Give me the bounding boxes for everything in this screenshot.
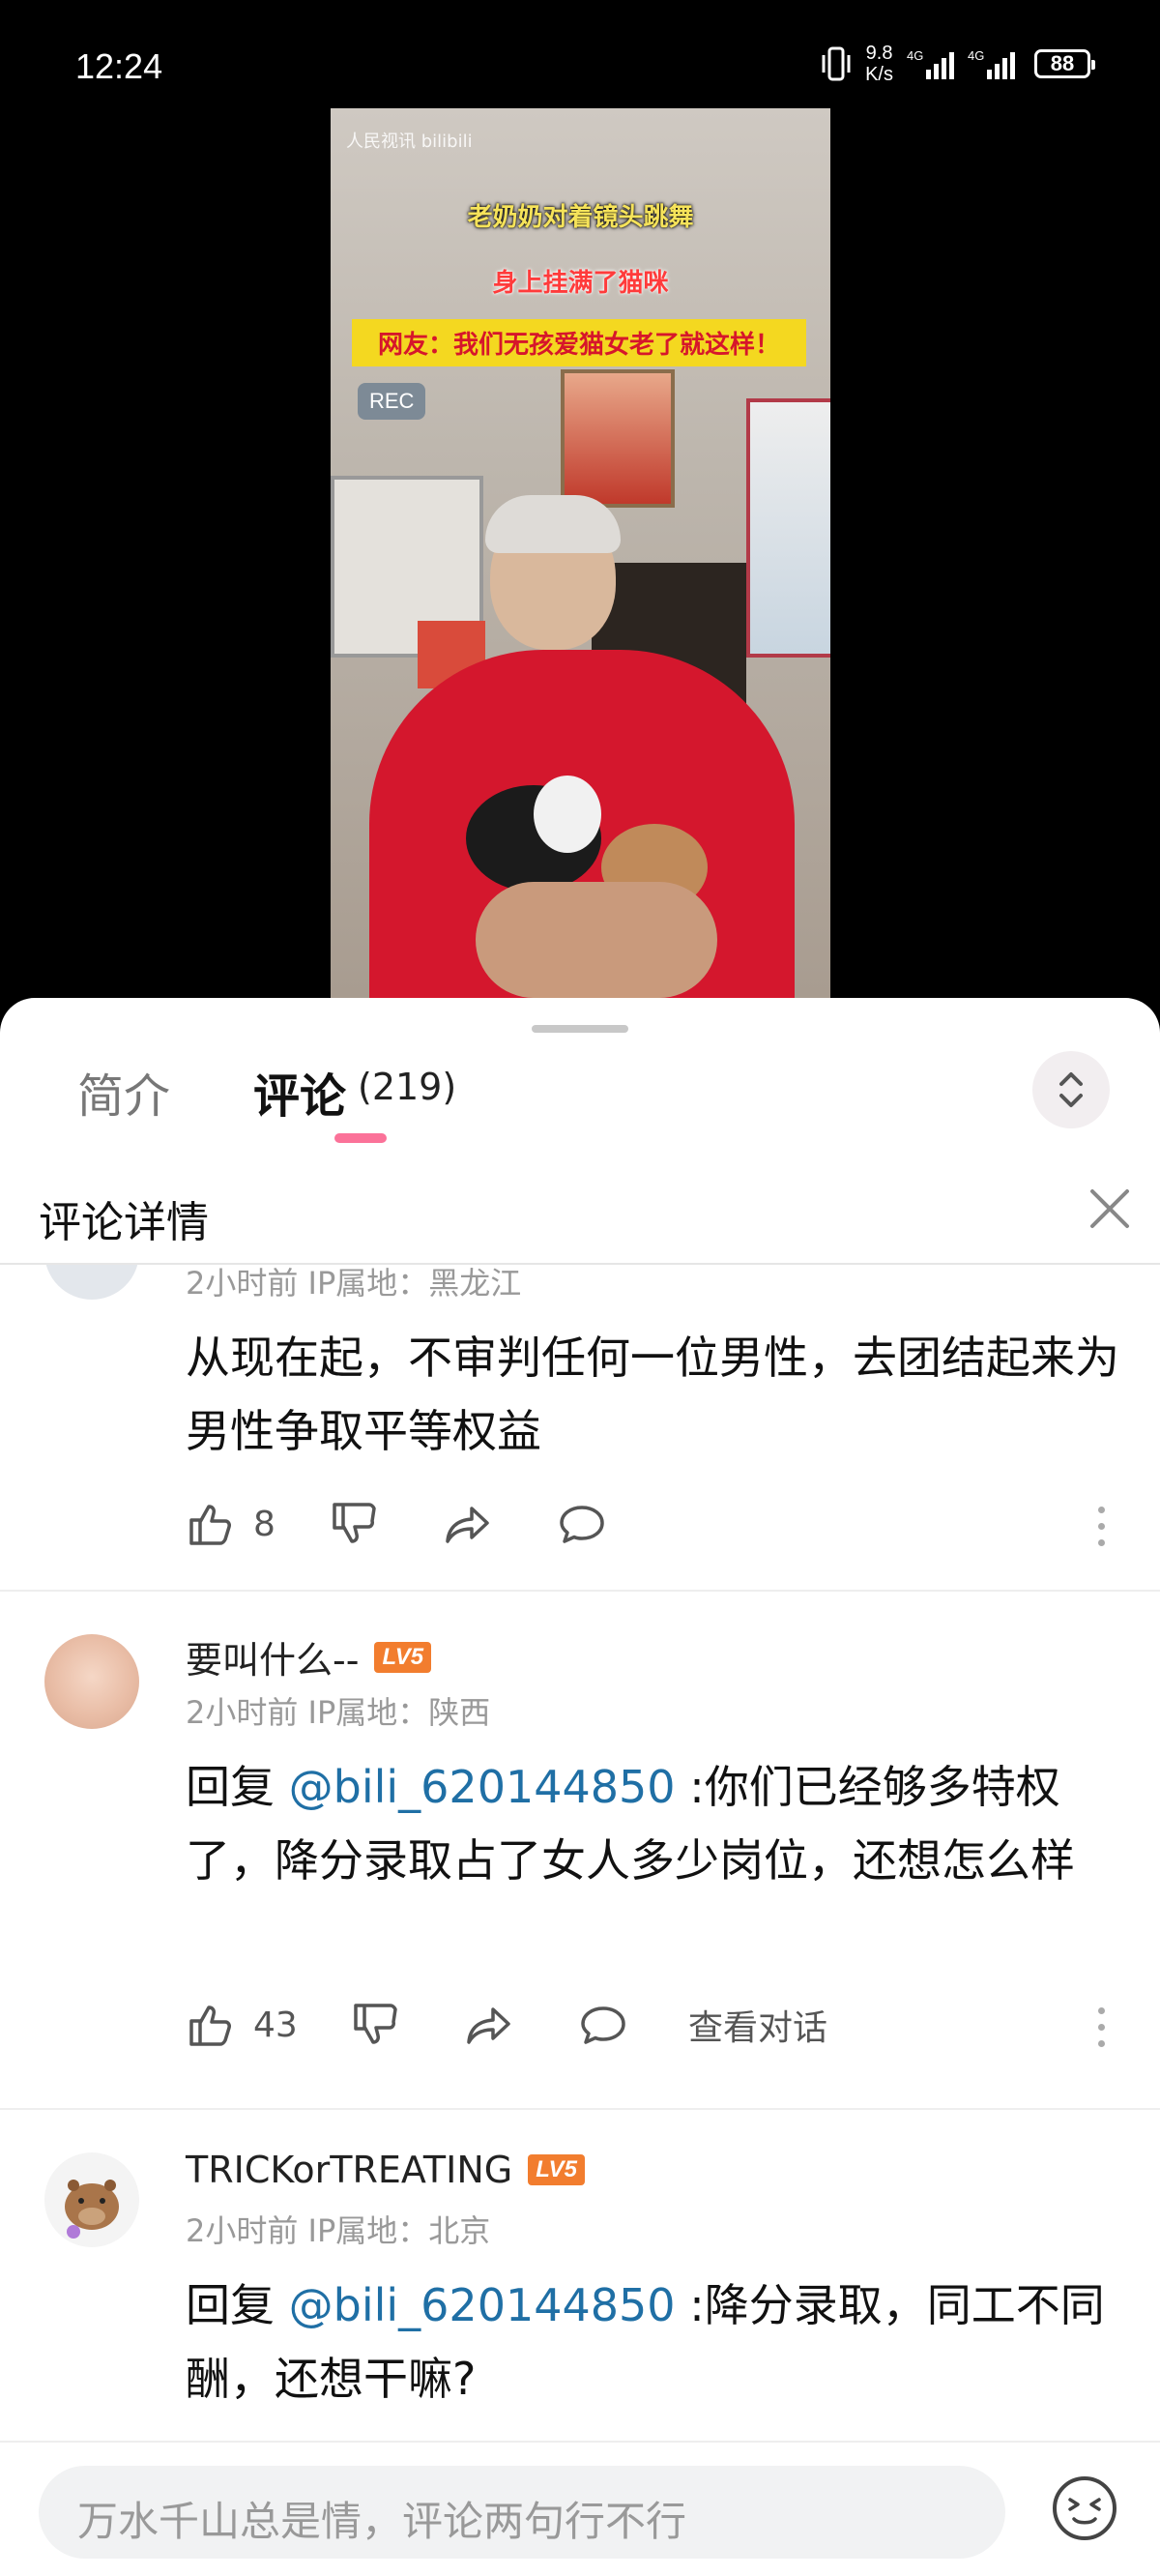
tab-comments[interactable]: 评论	[253, 1058, 346, 1126]
comment-input-bar: 万水千山总是情，评论两句行不行	[0, 2441, 1160, 2576]
comment-detail-title: 评论详情	[39, 1198, 209, 1247]
like-count: 8	[253, 1504, 276, 1544]
comment-item: TRICKorTREATING LV5 2小时前 IP属地：北京 回复 @bil…	[0, 2110, 1160, 2472]
comment-bubble-icon	[560, 1506, 604, 1543]
close-icon[interactable]	[1085, 1184, 1135, 1234]
comment-input-placeholder: 万水千山总是情，评论两句行不行	[77, 2498, 687, 2545]
level-badge: LV5	[528, 2154, 585, 2185]
network-speed: 9.8 K/s	[865, 43, 893, 85]
more-options-icon[interactable]	[1094, 1507, 1108, 1551]
comment-meta: 2小时前 IP属地：黑龙江	[186, 1265, 522, 1302]
share-button[interactable]	[443, 1499, 493, 1549]
comment-content: 从现在起，不审判任何一位男性，去团结起来为男性争取平等权益	[186, 1332, 1119, 1457]
avatar[interactable]	[44, 2152, 139, 2247]
avatar[interactable]	[44, 1634, 139, 1729]
thumb-down-icon	[333, 1503, 376, 1543]
comment-meta: 2小时前 IP属地：北京	[186, 2212, 491, 2249]
like-count: 43	[253, 2005, 298, 2045]
share-button[interactable]	[464, 2000, 514, 2050]
rec-badge: REC	[358, 383, 426, 420]
signal-icon-2: 4G	[968, 48, 1015, 79]
tab-indicator	[334, 1133, 387, 1143]
share-icon	[446, 1507, 489, 1543]
thumb-up-icon	[189, 1505, 231, 1545]
comment-item: 要叫什么-- LV5 2小时前 IP属地：陕西 回复 @bili_6201448…	[0, 1592, 1160, 2110]
comment-content: 回复 @bili_620144850 :降分录取，同工不同酬，还想干嘛?	[186, 2279, 1105, 2405]
dislike-button[interactable]	[329, 1499, 379, 1549]
emoji-icon[interactable]	[1050, 2474, 1119, 2543]
wall-poster	[746, 398, 830, 658]
share-icon	[467, 2007, 510, 2044]
avatar[interactable]	[44, 1265, 139, 1300]
drag-handle[interactable]	[532, 1025, 628, 1033]
more-options-icon[interactable]	[1094, 2007, 1108, 2052]
like-button[interactable]: 43	[186, 2000, 298, 2050]
status-indicators: 9.8 K/s 4G 4G 88	[821, 43, 1095, 85]
comment-actions: 43 查看对话	[186, 2000, 1133, 2058]
dislike-button[interactable]	[350, 2000, 400, 2050]
portrait-frame	[561, 369, 675, 508]
comment-actions: 8	[186, 1499, 1133, 1557]
mention-link[interactable]: @bili_620144850	[289, 2279, 676, 2331]
video-caption-3: 网友：我们无孩爱猫女老了就这样！	[352, 319, 806, 366]
cat-white	[534, 776, 601, 853]
level-badge: LV5	[374, 1641, 432, 1673]
mention-link[interactable]: @bili_620144850	[289, 1761, 676, 1813]
video-caption-1: 老奶奶对着镜头跳舞	[467, 203, 694, 232]
vibrate-icon	[822, 46, 851, 81]
chevron-up-down-icon	[1059, 1072, 1083, 1107]
comment-bubble-icon	[581, 2006, 625, 2044]
thumb-down-icon	[354, 2004, 397, 2044]
video-watermark: 人民视讯 bilibili	[346, 132, 473, 152]
person-hair	[485, 495, 621, 553]
expand-collapse-button[interactable]	[1032, 1051, 1110, 1128]
like-button[interactable]: 8	[186, 1499, 276, 1549]
comment-username[interactable]: TRICKorTREATING LV5	[186, 2149, 585, 2191]
person-hands	[476, 882, 717, 998]
reply-button[interactable]	[578, 2000, 628, 2050]
comment-list[interactable]: 2小时前 IP属地：黑龙江 从现在起，不审判任何一位男性，去团结起来为男性争取平…	[0, 1265, 1160, 2472]
thumb-up-icon	[189, 2005, 231, 2046]
capybara-avatar-icon	[65, 2180, 119, 2239]
comment-content: 回复 @bili_620144850 :你们已经够多特权了，降分录取占了女人多少…	[186, 1761, 1075, 1887]
status-bar: 12:24 9.8 K/s 4G 4G 88	[0, 0, 1160, 106]
video-caption-2: 身上挂满了猫咪	[492, 269, 669, 298]
tab-intro[interactable]: 简介	[77, 1058, 170, 1126]
comments-sheet: 简介 评论 (219) 评论详情 2小时前 IP属地：黑龙江 从现在起，不审判任…	[0, 998, 1160, 2576]
reply-button[interactable]	[557, 1499, 607, 1549]
comment-input[interactable]: 万水千山总是情，评论两句行不行	[39, 2466, 1005, 2559]
battery-icon: 88	[1034, 49, 1095, 78]
view-conversation-link[interactable]: 查看对话	[688, 2000, 827, 2050]
comment-meta: 2小时前 IP属地：陕西	[186, 1694, 491, 1731]
status-time: 12:24	[75, 46, 163, 86]
video-player[interactable]: 人民视讯 bilibili 老奶奶对着镜头跳舞 身上挂满了猫咪 网友：我们无孩爱…	[331, 108, 830, 998]
comment-detail-header: 评论详情	[0, 1153, 1160, 1265]
comment-item: 2小时前 IP属地：黑龙江 从现在起，不审判任何一位男性，去团结起来为男性争取平…	[0, 1265, 1160, 1592]
comments-count: (219)	[358, 1066, 457, 1108]
signal-icon: 4G	[907, 48, 954, 79]
comment-username[interactable]: 要叫什么-- LV5	[186, 1630, 432, 1683]
